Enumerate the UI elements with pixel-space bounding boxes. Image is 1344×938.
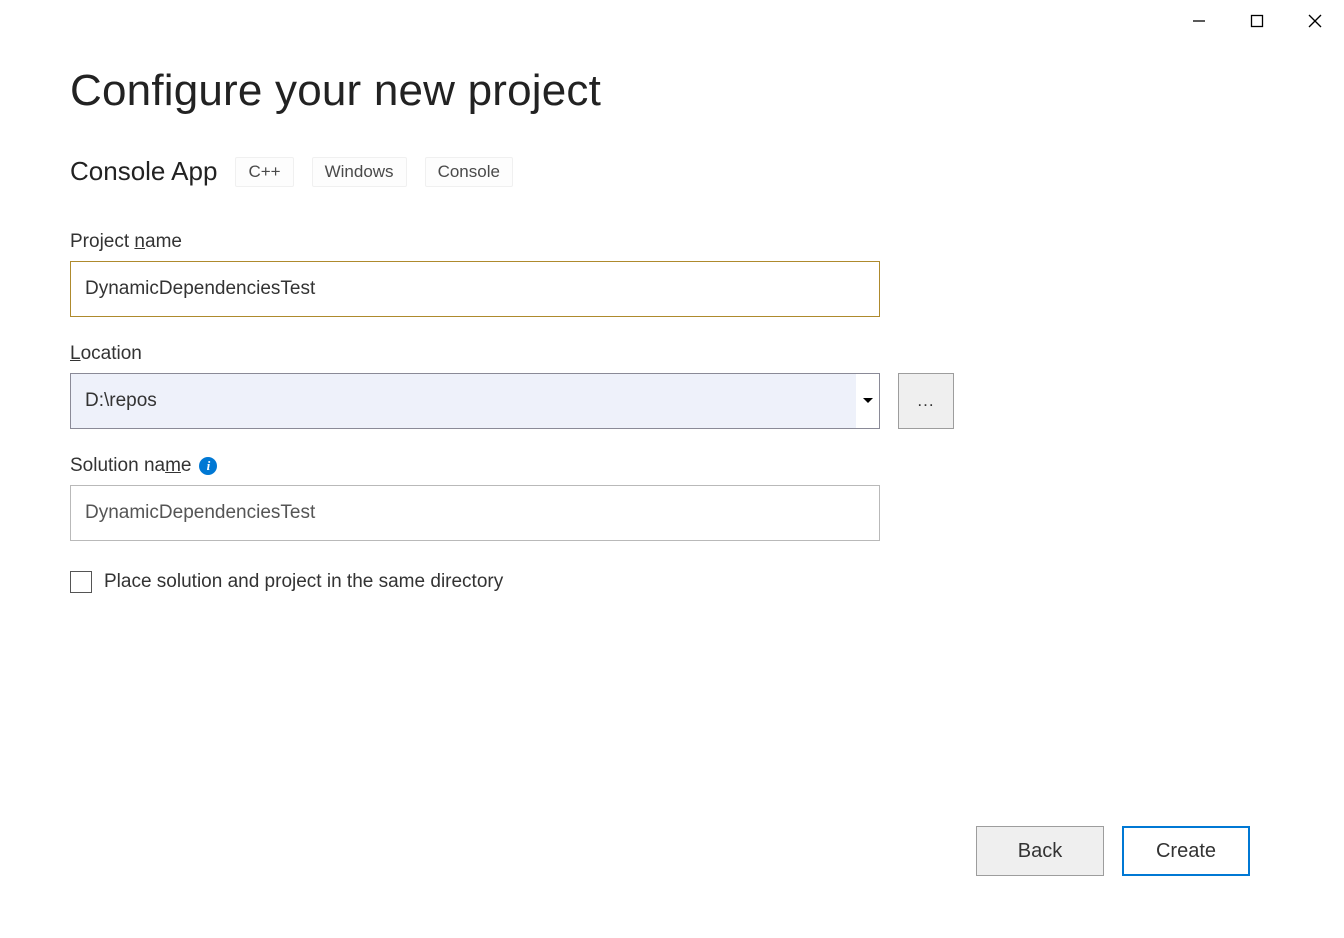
info-icon[interactable]: i (199, 457, 217, 475)
create-button[interactable]: Create (1122, 826, 1250, 876)
page-title: Configure your new project (70, 66, 1274, 116)
same-directory-label: Place solution and project in the same d… (104, 571, 503, 593)
tag-windows: Windows (312, 157, 407, 187)
chevron-down-icon (855, 374, 879, 428)
project-name-input[interactable] (70, 261, 880, 317)
tag-console: Console (425, 157, 513, 187)
same-directory-checkbox[interactable] (70, 571, 92, 593)
same-directory-row: Place solution and project in the same d… (70, 571, 1274, 593)
maximize-icon (1250, 14, 1264, 28)
solution-name-label: Solution name i (70, 455, 1274, 477)
location-combo[interactable]: D:\repos (70, 373, 880, 429)
template-row: Console App C++ Windows Console (70, 156, 1274, 187)
solution-name-input[interactable] (70, 485, 880, 541)
maximize-button[interactable] (1228, 6, 1286, 36)
minimize-button[interactable] (1170, 6, 1228, 36)
close-button[interactable] (1286, 6, 1344, 36)
titlebar (1170, 0, 1344, 40)
project-name-label: Project name (70, 231, 1274, 253)
content-area: Configure your new project Console App C… (0, 0, 1344, 593)
location-value: D:\repos (71, 390, 855, 412)
minimize-icon (1192, 14, 1206, 28)
tag-cpp: C++ (235, 157, 293, 187)
location-label: Location (70, 343, 1274, 365)
template-name: Console App (70, 156, 217, 187)
back-button[interactable]: Back (976, 826, 1104, 876)
footer-buttons: Back Create (976, 826, 1250, 876)
browse-button[interactable]: ... (898, 373, 954, 429)
close-icon (1308, 14, 1322, 28)
location-row: D:\repos ... (70, 373, 1274, 429)
